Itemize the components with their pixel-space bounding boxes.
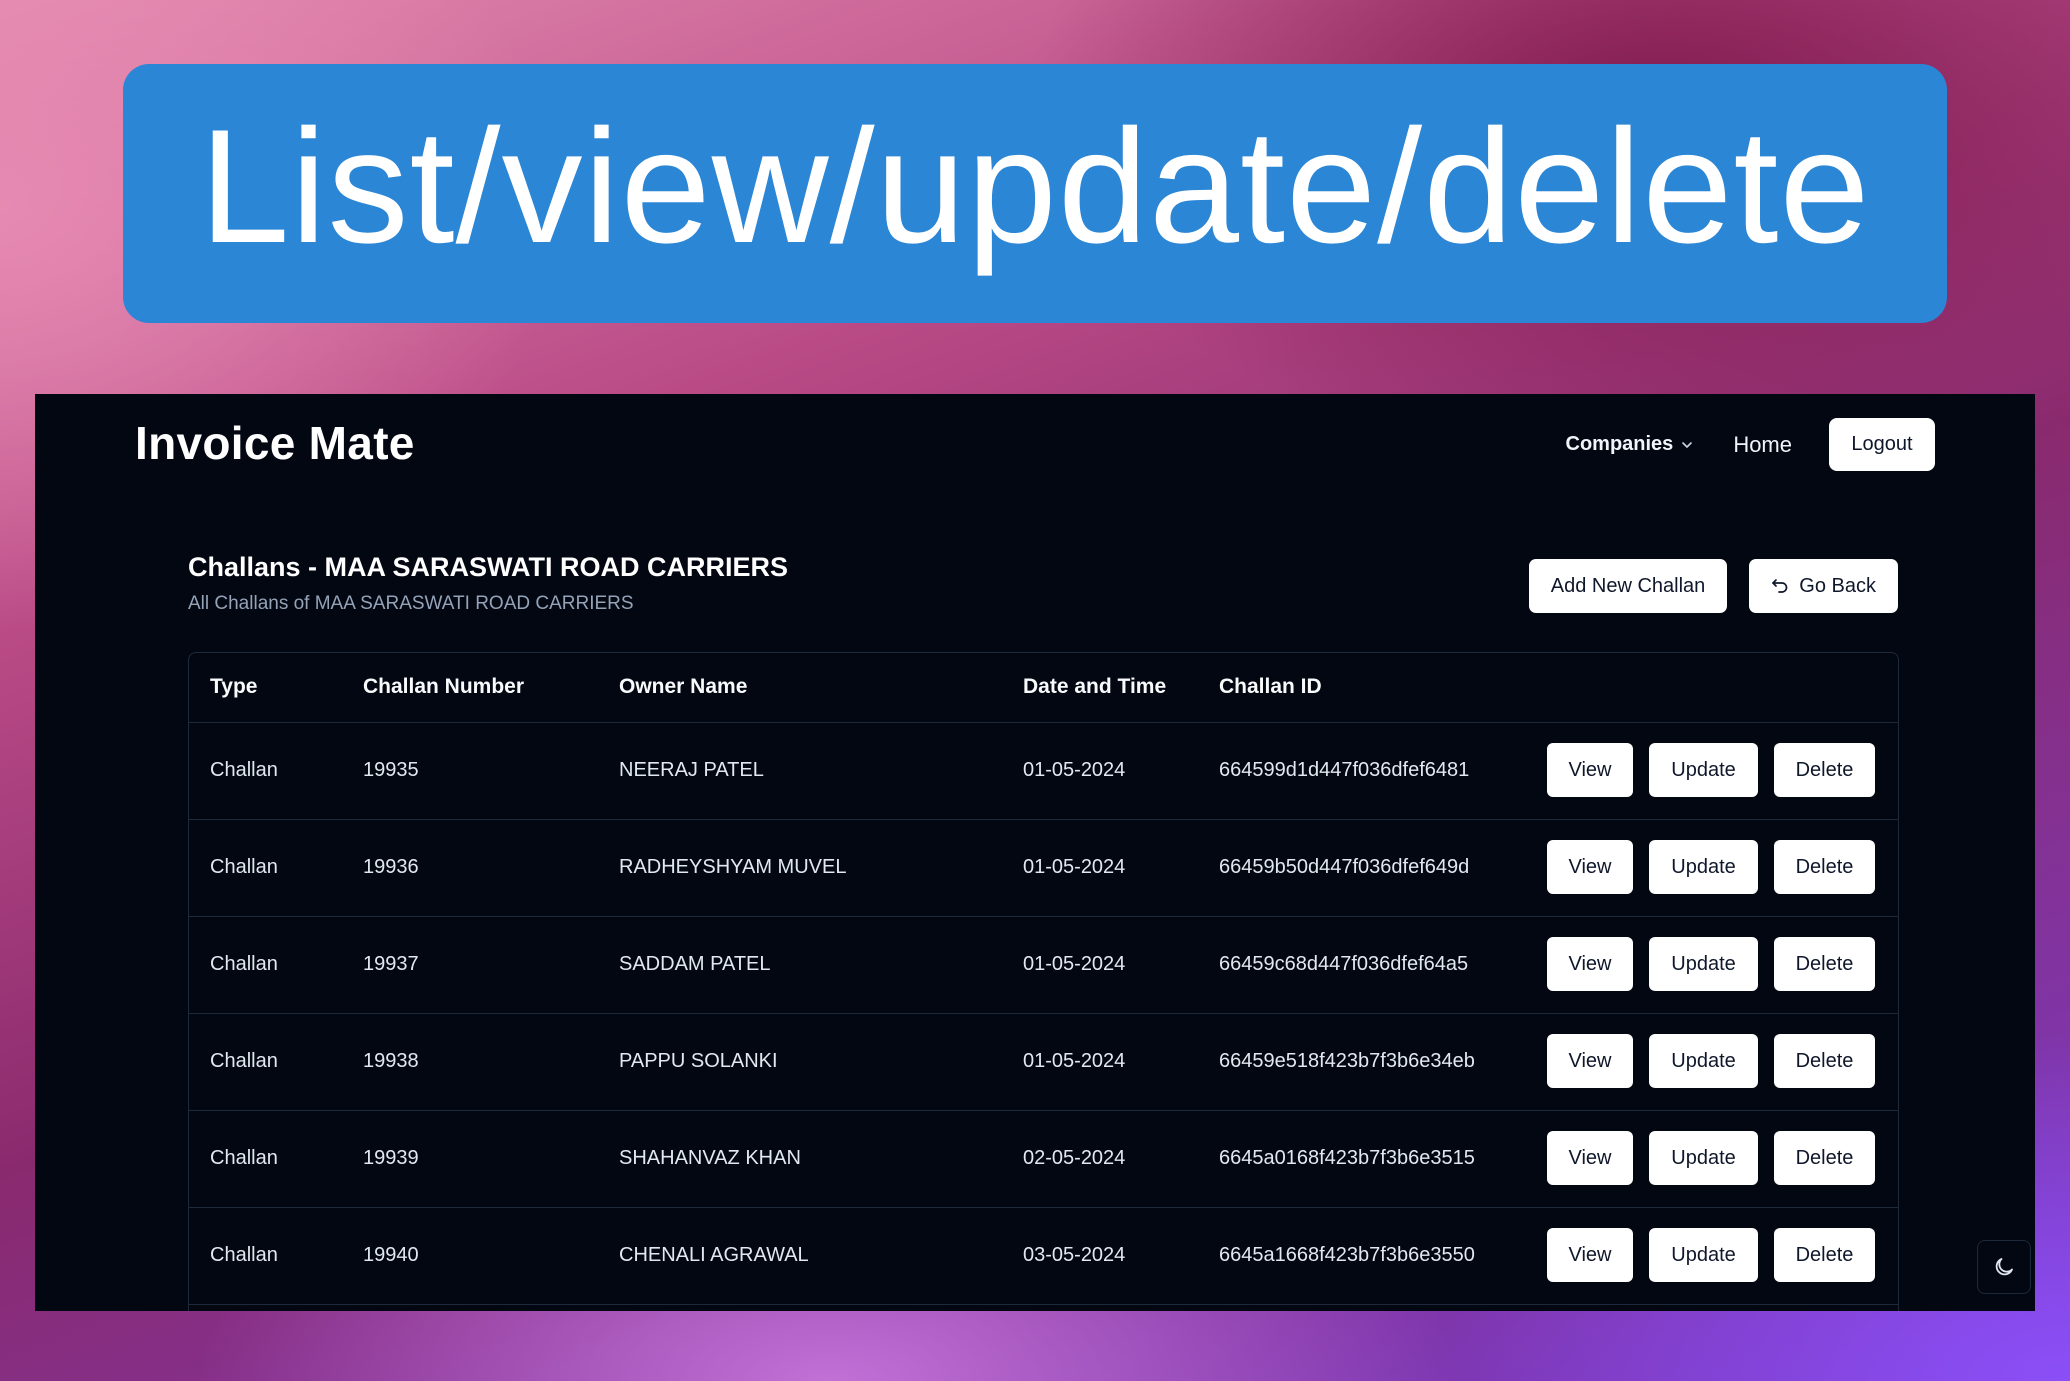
cell-type: Challan <box>210 856 278 878</box>
row-actions: View Update Delete <box>1547 1131 1875 1185</box>
cell-owner-name: CHENALI AGRAWAL <box>619 1244 809 1266</box>
challans-table: Type Challan Number Owner Name Date and … <box>188 652 1899 1311</box>
cell-owner-name: SHAHANVAZ KHAN <box>619 1147 801 1169</box>
cell-challan-number: 19940 <box>363 1244 419 1266</box>
cell-challan-number: 19935 <box>363 759 419 781</box>
delete-button[interactable]: Delete <box>1774 1131 1875 1185</box>
update-button[interactable]: Update <box>1649 1131 1758 1185</box>
cell-owner-name: SADDAM PATEL <box>619 953 771 975</box>
companies-label: Companies <box>1565 433 1674 455</box>
cell-challan-number: 19937 <box>363 953 419 975</box>
cell-challan-id: 6645a0168f423b7f3b6e3515 <box>1219 1147 1475 1169</box>
go-back-label: Go Back <box>1799 574 1876 597</box>
table-row: Challan 19936 RADHEYSHYAM MUVEL 01-05-20… <box>189 820 1898 917</box>
promo-banner: List/view/update/delete <box>123 64 1947 323</box>
nav-home-link[interactable]: Home <box>1733 432 1792 458</box>
delete-button[interactable]: Delete <box>1774 1228 1875 1282</box>
banner-title: List/view/update/delete <box>199 95 1871 277</box>
row-actions: View Update Delete <box>1547 1034 1875 1088</box>
cell-date: 01-05-2024 <box>1023 759 1126 781</box>
update-button[interactable]: Update <box>1649 937 1758 991</box>
cell-type: Challan <box>210 1244 278 1266</box>
add-new-challan-button[interactable]: Add New Challan <box>1528 559 1728 613</box>
cell-owner-name: RADHEYSHYAM MUVEL <box>619 856 847 878</box>
brand-logo[interactable]: Invoice Mate <box>135 416 415 470</box>
chevron-down-icon <box>1682 441 1693 448</box>
companies-dropdown[interactable]: Companies <box>1566 433 1694 456</box>
cell-date: 01-05-2024 <box>1023 1050 1126 1072</box>
go-back-button[interactable]: Go Back <box>1749 559 1898 613</box>
cell-owner-name: PAPPU SOLANKI <box>619 1050 778 1072</box>
header-challan-id: Challan ID <box>1219 675 1322 698</box>
delete-button[interactable]: Delete <box>1774 937 1875 991</box>
theme-toggle-button[interactable] <box>1977 1240 2031 1294</box>
cell-date: 02-05-2024 <box>1023 1147 1126 1169</box>
view-button[interactable]: View <box>1547 1228 1633 1282</box>
header-actions: Add New Challan Go Back <box>1528 559 1898 613</box>
cell-challan-id: 66459e518f423b7f3b6e34eb <box>1219 1050 1475 1072</box>
logout-button[interactable]: Logout <box>1829 418 1935 471</box>
row-actions: View Update Delete <box>1547 937 1875 991</box>
row-actions: View Update Delete <box>1547 840 1875 894</box>
cell-challan-id: 66459c68d447f036dfef64a5 <box>1219 953 1469 975</box>
add-new-challan-label: Add New Challan <box>1550 574 1706 597</box>
cell-type: Challan <box>210 953 278 975</box>
view-button[interactable]: View <box>1547 1131 1633 1185</box>
cell-challan-number: 19936 <box>363 856 419 878</box>
table-row: Challan 19939 SHAHANVAZ KHAN 02-05-2024 … <box>189 1111 1898 1208</box>
cell-date: 01-05-2024 <box>1023 953 1126 975</box>
row-actions: View Update Delete <box>1547 743 1875 797</box>
update-button[interactable]: Update <box>1649 1034 1758 1088</box>
cell-challan-number: 19939 <box>363 1147 419 1169</box>
update-button[interactable]: Update <box>1649 743 1758 797</box>
header-challan-number: Challan Number <box>363 675 525 698</box>
update-button[interactable]: Update <box>1649 1228 1758 1282</box>
update-button[interactable]: Update <box>1649 840 1758 894</box>
view-button[interactable]: View <box>1547 840 1633 894</box>
cell-date: 01-05-2024 <box>1023 856 1126 878</box>
table-row: Challan 19935 NEERAJ PATEL 01-05-2024 66… <box>189 723 1898 820</box>
header-type: Type <box>210 675 258 698</box>
view-button[interactable]: View <box>1547 1034 1633 1088</box>
cell-type: Challan <box>210 1147 278 1169</box>
cell-challan-id: 6645a1668f423b7f3b6e3550 <box>1219 1244 1475 1266</box>
cell-date: 03-05-2024 <box>1023 1244 1126 1266</box>
table-row: Challan 19937 SADDAM PATEL 01-05-2024 66… <box>189 917 1898 1014</box>
row-actions: View Update Delete <box>1547 1228 1875 1282</box>
delete-button[interactable]: Delete <box>1774 840 1875 894</box>
undo-icon <box>1772 579 1788 593</box>
table-row: Challan 19938 PAPPU SOLANKI 01-05-2024 6… <box>189 1014 1898 1111</box>
card-header: Challans - MAA SARASWATI ROAD CARRIERS A… <box>188 552 788 615</box>
header-owner-name: Owner Name <box>619 675 748 698</box>
header-date-time: Date and Time <box>1023 675 1167 698</box>
moon-icon <box>1995 1258 2013 1276</box>
delete-button[interactable]: Delete <box>1774 1034 1875 1088</box>
cell-challan-number: 19938 <box>363 1050 419 1072</box>
cell-type: Challan <box>210 759 278 781</box>
navbar: Invoice Mate Companies Home Logout <box>35 394 2035 494</box>
cell-owner-name: NEERAJ PATEL <box>619 759 764 781</box>
view-button[interactable]: View <box>1547 937 1633 991</box>
nav-links: Companies Home Logout <box>1566 418 1935 471</box>
table-header: Type Challan Number Owner Name Date and … <box>189 653 1898 723</box>
app-window: Invoice Mate Companies Home Logout Chall… <box>35 394 2035 1311</box>
cell-challan-id: 66459b50d447f036dfef649d <box>1219 856 1470 878</box>
page-subtitle: All Challans of MAA SARASWATI ROAD CARRI… <box>188 593 634 614</box>
cell-type: Challan <box>210 1050 278 1072</box>
delete-button[interactable]: Delete <box>1774 743 1875 797</box>
view-button[interactable]: View <box>1547 743 1633 797</box>
page-title: Challans - MAA SARASWATI ROAD CARRIERS <box>188 552 789 582</box>
cell-challan-id: 664599d1d447f036dfef6481 <box>1219 759 1470 781</box>
table-row: Challan 19940 CHENALI AGRAWAL 03-05-2024… <box>189 1208 1898 1305</box>
